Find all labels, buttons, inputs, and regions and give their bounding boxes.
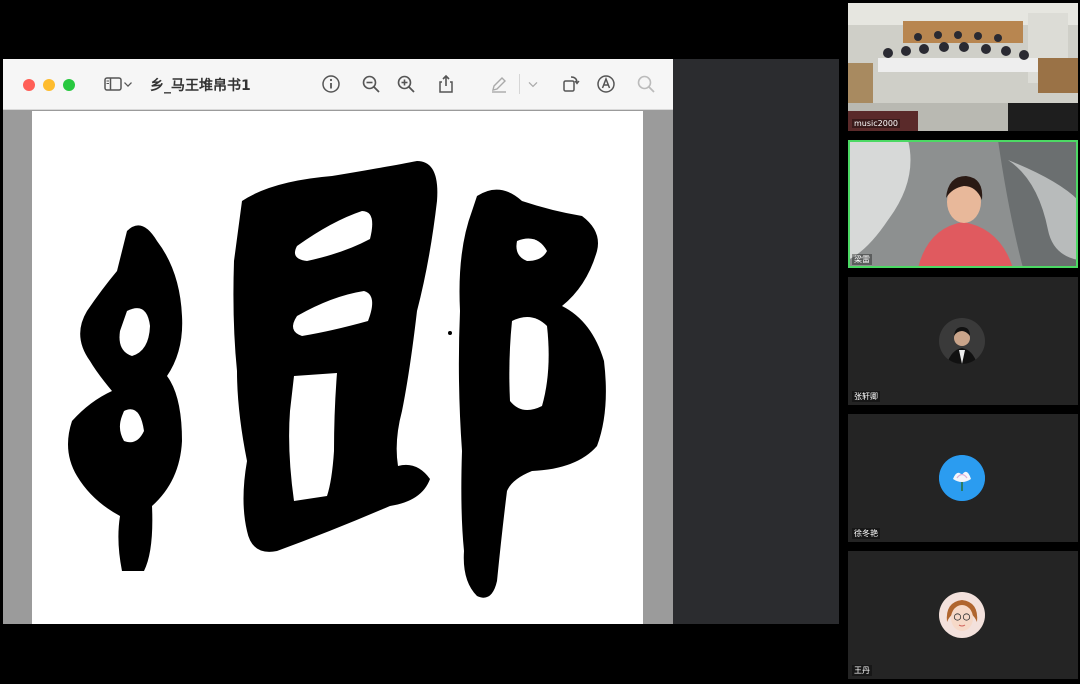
participant-tile-active-speaker[interactable]: 梁雷 bbox=[848, 140, 1078, 268]
chevron-down-icon[interactable] bbox=[121, 72, 135, 96]
search-icon[interactable] bbox=[634, 72, 658, 96]
participant-tile-avatar[interactable]: 张轩卿 bbox=[848, 277, 1078, 405]
toolbar-divider bbox=[519, 74, 520, 94]
avatar bbox=[939, 455, 985, 501]
participant-name: 徐冬艳 bbox=[852, 528, 880, 539]
zoom-in-icon[interactable] bbox=[394, 72, 418, 96]
participant-tile-music2000[interactable]: music2000 bbox=[848, 3, 1078, 131]
rotate-icon[interactable] bbox=[559, 72, 583, 96]
markup-pen-icon[interactable] bbox=[487, 72, 511, 96]
chevron-down-icon[interactable] bbox=[525, 72, 541, 96]
info-icon[interactable] bbox=[319, 72, 343, 96]
speaker-video-feed bbox=[848, 140, 1078, 268]
participant-name: 梁雷 bbox=[852, 254, 872, 265]
zoom-out-icon[interactable] bbox=[359, 72, 383, 96]
avatar bbox=[939, 592, 985, 638]
participant-name: 王丹 bbox=[852, 665, 872, 676]
participant-tile-avatar[interactable]: 王丹 bbox=[848, 551, 1078, 679]
room-video-feed bbox=[848, 3, 1078, 131]
close-window-button[interactable] bbox=[23, 79, 35, 91]
calligraphy-image bbox=[68, 161, 606, 598]
share-icon[interactable] bbox=[434, 72, 458, 96]
document-title: 乡_马王堆帛书1 bbox=[150, 78, 251, 94]
shared-screen: 乡_马王堆帛书1 bbox=[0, 0, 842, 684]
avatar bbox=[939, 318, 985, 364]
participant-name: music2000 bbox=[852, 119, 901, 128]
participant-name: 张轩卿 bbox=[852, 391, 880, 402]
preview-window: 乡_马王堆帛书1 bbox=[3, 59, 673, 624]
annotate-icon[interactable] bbox=[594, 72, 618, 96]
participant-tile-avatar[interactable]: 徐冬艳 bbox=[848, 414, 1078, 542]
desktop-background bbox=[673, 59, 839, 624]
participant-panel: music2000 梁雷 张轩卿 徐冬艳 王丹 bbox=[848, 0, 1080, 684]
maximize-window-button[interactable] bbox=[63, 79, 75, 91]
minimize-window-button[interactable] bbox=[43, 79, 55, 91]
window-titlebar[interactable]: 乡_马王堆帛书1 bbox=[3, 59, 673, 110]
document-canvas[interactable] bbox=[32, 111, 643, 624]
